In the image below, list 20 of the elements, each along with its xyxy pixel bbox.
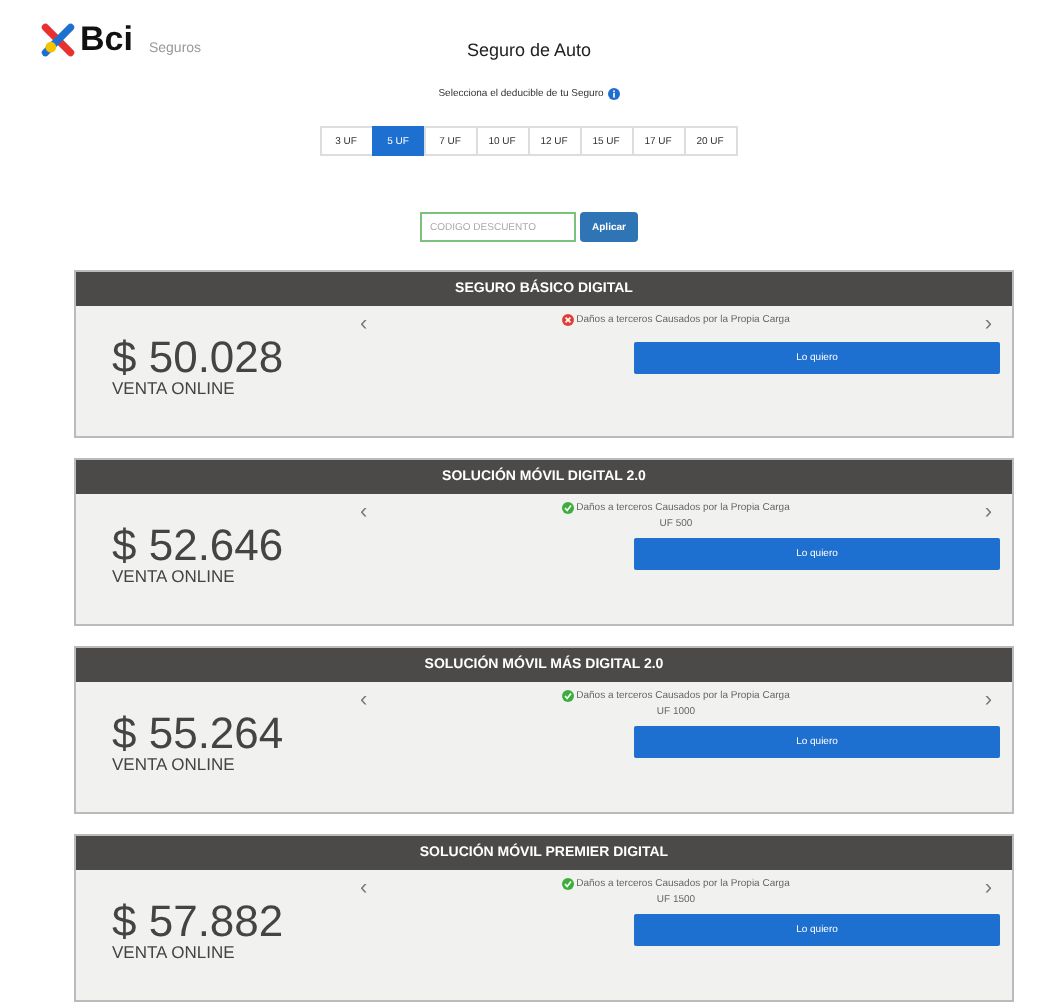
page-title: Seguro de Auto <box>466 40 592 60</box>
price-note: VENTA ONLINE <box>112 378 237 398</box>
brand-name: Bci <box>80 22 133 58</box>
next-arrow[interactable]: › <box>976 314 1000 334</box>
price: $ 50.028 <box>112 338 286 378</box>
price: $ 55.264 <box>112 714 286 754</box>
price-note: VENTA ONLINE <box>112 754 237 774</box>
price-note: VENTA ONLINE <box>112 566 237 586</box>
price: $ 57.882 <box>112 902 286 942</box>
next-arrow[interactable]: › <box>976 502 1000 522</box>
previous-arrow[interactable]: ‹ <box>352 690 376 710</box>
previous-arrow[interactable]: ‹ <box>352 878 376 898</box>
logo-icon <box>40 22 76 58</box>
next-arrow[interactable]: › <box>976 690 1000 710</box>
previous-arrow[interactable]: ‹ <box>352 502 376 522</box>
price-note: VENTA ONLINE <box>112 942 237 962</box>
previous-arrow[interactable]: ‹ <box>352 314 376 334</box>
next-arrow[interactable]: › <box>976 878 1000 898</box>
price: $ 52.646 <box>112 526 286 566</box>
info-icon <box>607 88 620 100</box>
